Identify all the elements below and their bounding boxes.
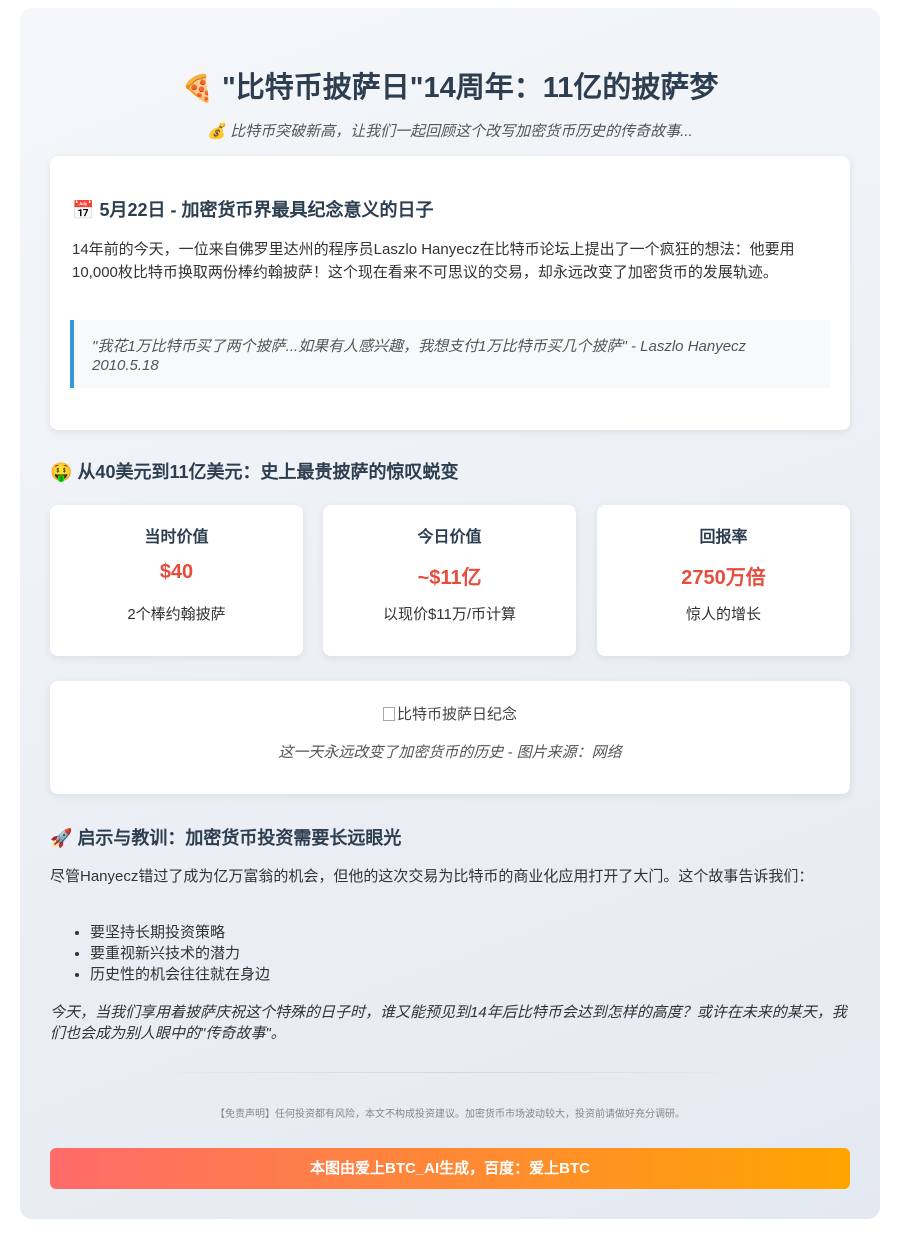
stat-value: $40	[159, 561, 194, 583]
money-face-icon: 🤑	[50, 462, 73, 482]
article-page: 🍕 "比特币披萨日"14周年：11亿的披萨梦 💰 比特币突破新高，让我们一起回顾这…	[20, 8, 880, 1219]
intro-heading: 📅 5月22日 - 加密货币界最具纪念意义的日子	[72, 200, 434, 220]
page-title: 🍕 "比特币披萨日"14周年：11亿的披萨梦	[181, 72, 719, 104]
stat-card-then: 当时价值 $40 2个棒约翰披萨	[50, 505, 303, 656]
list-item: 要重视新兴技术的潜力	[90, 943, 270, 964]
page-subtitle: 💰 比特币突破新高，让我们一起回顾这个改写加密货币历史的传奇故事...	[207, 123, 693, 140]
pizza-icon: 🍕	[181, 73, 214, 103]
stat-card-now: 今日价值 ~$11亿 以现价$11万/币计算	[323, 505, 576, 656]
disclaimer: 【免责声明】任何投资都有风险，本文不构成投资建议。加密货币市场波动较大，投资前请…	[215, 1109, 685, 1120]
calendar-icon: 📅	[72, 200, 95, 220]
stat-label: 当时价值	[144, 529, 209, 546]
divider	[140, 1072, 760, 1073]
intro-card: 📅 5月22日 - 加密货币界最具纪念意义的日子 14年前的今天，一位来自佛罗里…	[50, 156, 850, 430]
generator-banner: 本图由爱上BTC_AI生成，百度：爱上BTC	[50, 1148, 850, 1189]
stat-value: 2750万倍	[681, 567, 766, 589]
stat-desc: 以现价$11万/币计算	[382, 606, 517, 623]
lessons-list: 要坚持长期投资策略 要重视新兴技术的潜力 历史性的机会往往就在身边	[90, 922, 270, 985]
lessons-heading: 🚀 启示与教训：加密货币投资需要长远眼光	[50, 828, 402, 848]
rocket-icon: 🚀	[50, 828, 73, 848]
stat-card-return: 回报率 2750万倍 惊人的增长	[597, 505, 850, 656]
image-caption: 这一天永远改变了加密货币的历史 - 图片来源：网络	[278, 744, 622, 761]
money-bag-icon: 💰	[207, 123, 226, 140]
stat-label: 回报率	[699, 529, 748, 546]
intro-body: 14年前的今天，一位来自佛罗里达州的程序员Laszlo Hanyecz在比特币论…	[72, 241, 795, 281]
quote-block: "我花1万比特币买了两个披萨...如果有人感兴趣，我想支付1万比特币买几个披萨"…	[70, 320, 830, 388]
stat-desc: 2个棒约翰披萨	[127, 606, 226, 623]
list-item: 历史性的机会往往就在身边	[90, 964, 270, 985]
closing-paragraph: 今天，当我们享用着披萨庆祝这个特殊的日子时，谁又能预见到14年后比特币会达到怎样…	[50, 1004, 847, 1042]
value-section-heading: 🤑 从40美元到11亿美元：史上最贵披萨的惊叹蜕变	[50, 462, 459, 482]
image-card: 比特币披萨日纪念 这一天永远改变了加密货币的历史 - 图片来源：网络	[50, 681, 850, 794]
list-item: 要坚持长期投资策略	[90, 922, 270, 943]
stat-value: ~$11亿	[417, 567, 482, 589]
stat-desc: 惊人的增长	[685, 606, 761, 623]
stat-label: 今日价值	[417, 529, 482, 546]
broken-image-icon	[382, 707, 395, 721]
lessons-body: 尽管Hanyecz错过了成为亿万富翁的机会，但他的这次交易为比特币的商业化应用打…	[50, 868, 814, 885]
broken-image: 比特币披萨日纪念	[50, 703, 850, 724]
